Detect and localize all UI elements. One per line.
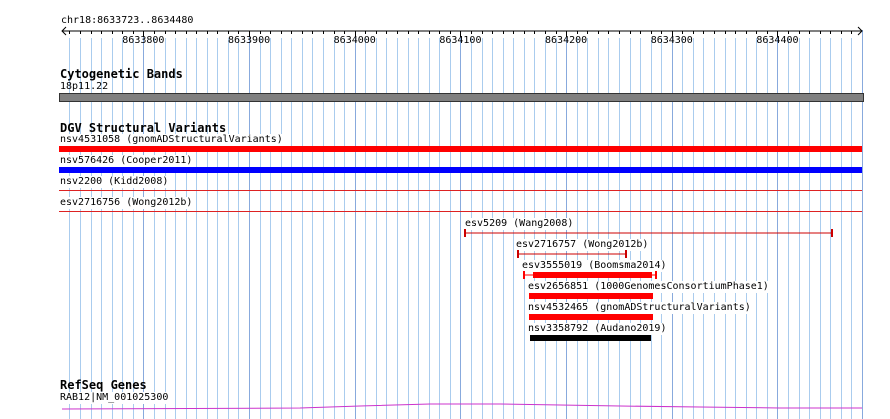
variant-bar-esv5209[interactable] [462, 228, 836, 238]
refseq-track-title[interactable]: RefSeq Genes [60, 378, 147, 392]
variant-label-nsv3358792: nsv3358792 (Audano2019) [527, 323, 668, 335]
variant-label-nsv2200: nsv2200 (Kidd2008) [59, 176, 170, 188]
variant-label-nsv4532465: nsv4532465 (gnomADStructuralVariants) [527, 302, 752, 314]
ruler-tick-label: 8634400 [756, 35, 799, 46]
variant-bar-nsv4531058[interactable] [59, 146, 862, 152]
grid-lines [69, 30, 863, 419]
variant-bar-nsv576426[interactable] [59, 167, 862, 173]
variant-bar-nsv2200[interactable] [59, 190, 862, 191]
gene-model-rab12[interactable] [0, 400, 890, 412]
ruler-tick-label: 8633900 [227, 35, 271, 46]
variant-label-esv2656851: esv2656851 (1000GenomesConsortiumPhase1) [527, 281, 770, 293]
ruler-tick-label: 8634000 [333, 35, 376, 46]
ruler-tick-label: 8633800 [122, 35, 165, 46]
variant-bar-esv2716757[interactable] [514, 249, 628, 259]
variant-bar-esv2656851[interactable] [529, 293, 653, 299]
variant-bar-esv2716756[interactable] [59, 211, 862, 212]
ruler-tick-label: 8634300 [650, 35, 693, 46]
ruler-tick-label: 8634100 [439, 35, 482, 46]
variant-label-nsv4531058: nsv4531058 (gnomADStructuralVariants) [59, 134, 284, 146]
variant-bar-nsv4532465[interactable] [529, 314, 653, 320]
variant-label-nsv576426: nsv576426 (Cooper2011) [59, 155, 194, 167]
dgv-track-title[interactable]: DGV Structural Variants [60, 121, 226, 135]
genome-browser-view: chr18:8633723..8634480 8633800 8633900 863… [0, 0, 890, 419]
variant-bar-esv3555019[interactable] [520, 270, 660, 280]
variant-label-esv2716756: esv2716756 (Wong2012b) [59, 197, 194, 209]
cytoband-track-title[interactable]: Cytogenetic Bands [60, 67, 183, 81]
ruler-tick-label: 8634200 [545, 35, 588, 46]
cytoband-label: 18p11.22 [60, 81, 109, 92]
cytoband-bar[interactable] [59, 93, 864, 102]
variant-bar-nsv3358792[interactable] [530, 335, 651, 341]
